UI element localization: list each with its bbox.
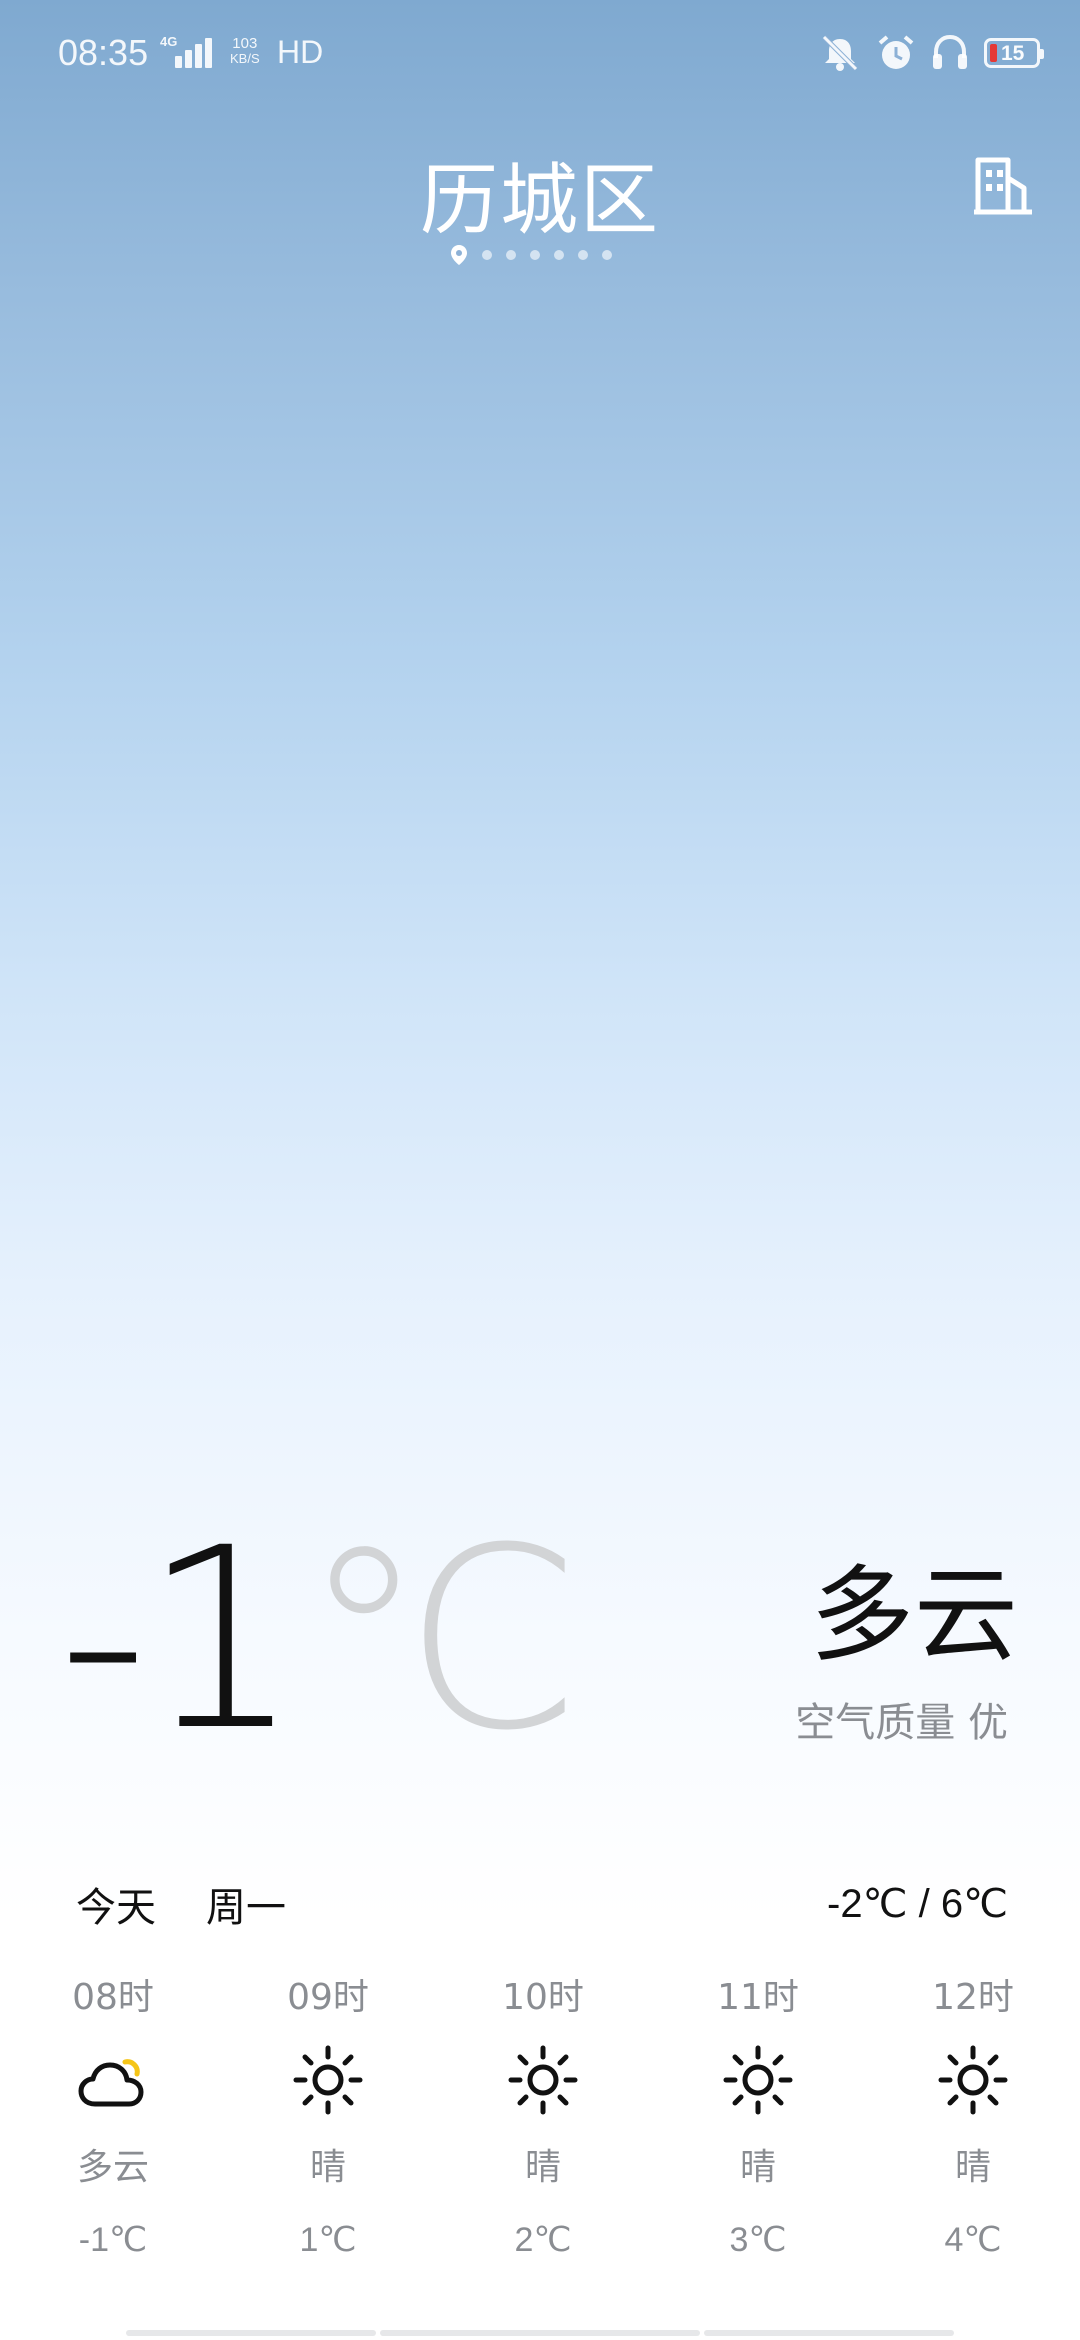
sunny-icon: [938, 2045, 1008, 2115]
page-dot: [530, 250, 540, 260]
hour-condition: 晴: [524, 2147, 561, 2188]
scroll-indicator: [704, 2330, 954, 2336]
hd-label: HD: [277, 34, 324, 70]
hourly-item: 11时 晴 3℃: [678, 1970, 838, 2270]
building-icon: [974, 157, 1032, 215]
current-temperature: -1 ℃: [58, 1494, 583, 1785]
battery-fill: [990, 44, 997, 62]
mute-icon: [822, 35, 858, 71]
partly-cloudy-icon: [78, 2059, 144, 2107]
hour-time: 08时: [72, 1977, 154, 2018]
page-dot: [482, 250, 492, 260]
hourly-item: 12时 晴 4℃: [893, 1970, 1053, 2270]
city-management-button[interactable]: [968, 150, 1040, 222]
signal-icon: [175, 36, 220, 68]
page-dot: [578, 250, 588, 260]
battery-icon: 15: [984, 38, 1044, 68]
status-time: 08:35: [58, 32, 149, 73]
network-speed-unit: KB/S: [230, 51, 260, 66]
network-speed: 103 KB/S: [230, 36, 260, 66]
location-pin-icon: [451, 245, 467, 265]
scroll-indicator: [380, 2330, 700, 2336]
hour-temperature: 4℃: [944, 2221, 1002, 2259]
page-indicator: [450, 244, 612, 266]
network-speed-value: 103: [232, 35, 258, 52]
page-dot: [602, 250, 612, 260]
temperature-unit: ℃: [301, 1494, 583, 1785]
battery-level: 15: [1001, 42, 1025, 65]
hour-time: 11时: [717, 1977, 799, 2018]
hourly-item: 10时 晴 2℃: [463, 1970, 623, 2270]
alarm-icon: [878, 35, 914, 69]
hourly-item: 09时 晴 1℃: [248, 1970, 408, 2270]
status-icons: 15: [818, 30, 1044, 76]
city-name[interactable]: 历城区: [0, 138, 1080, 250]
hourly-forecast[interactable]: 08时 多云 -1℃ 09时 晴 1℃ 10时 晴 2℃ 11时 晴 3℃ 12…: [0, 1970, 1080, 2290]
headset-icon: [933, 34, 967, 69]
today-summary[interactable]: 今天 周一 -2℃ / 6℃: [76, 1875, 1008, 1933]
hour-condition: 多云: [76, 2147, 149, 2188]
today-label: 今天: [76, 1885, 156, 1931]
hour-temperature: 1℃: [299, 2221, 357, 2259]
hour-temperature: 2℃: [514, 2221, 572, 2259]
page-dot: [554, 250, 564, 260]
scroll-indicator: [126, 2330, 376, 2336]
hour-temperature: 3℃: [729, 2221, 787, 2259]
hour-temperature: -1℃: [78, 2221, 148, 2259]
weekday-label: 周一: [206, 1885, 286, 1931]
sunny-icon: [723, 2045, 793, 2115]
hour-time: 09时: [287, 1977, 369, 2018]
hour-condition: 晴: [954, 2147, 991, 2188]
current-condition: 多云: [809, 1554, 1018, 1676]
hour-condition: 晴: [309, 2147, 346, 2188]
hour-time: 12时: [932, 1977, 1014, 2018]
air-quality[interactable]: 空气质量 优: [795, 1690, 1008, 1748]
temperature-range: -2℃ / 6℃: [827, 1882, 1008, 1926]
hourly-item: 08时 多云 -1℃: [33, 1970, 193, 2270]
page-dot: [506, 250, 516, 260]
status-bar: 08:35 4G 103 KB/S HD 15: [0, 0, 1080, 110]
hour-condition: 晴: [739, 2147, 776, 2188]
sunny-icon: [508, 2045, 578, 2115]
temperature-value: -1: [58, 1494, 301, 1785]
hour-time: 10时: [502, 1977, 584, 2018]
sunny-icon: [293, 2045, 363, 2115]
